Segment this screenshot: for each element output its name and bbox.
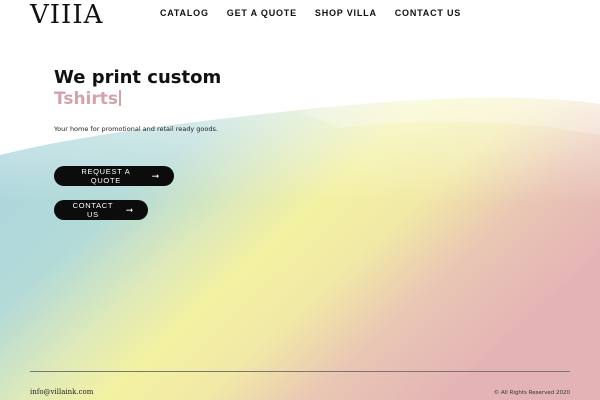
arrow-right-icon: ➞ — [151, 170, 160, 181]
arrow-right-icon: ➞ — [125, 204, 134, 215]
typing-caret — [119, 89, 122, 106]
request-quote-button[interactable]: REQUEST A QUOTE ➞ — [54, 166, 174, 186]
footer-divider — [30, 371, 570, 372]
brand-logo[interactable]: VIIIA — [30, 2, 103, 28]
contact-us-button[interactable]: CONTACT US ➞ — [54, 200, 148, 220]
footer-copyright: © All Rights Reserved 2020 — [493, 390, 570, 396]
hero-typed-line: Tshirts — [54, 89, 224, 110]
hero-tagline: Your home for promotional and retail rea… — [54, 124, 218, 133]
contact-us-label: CONTACT US — [72, 201, 114, 219]
main-nav: CATALOG GET A QUOTE SHOP VILLA CONTACT U… — [160, 8, 461, 18]
nav-item-get-a-quote[interactable]: GET A QUOTE — [227, 8, 297, 18]
request-quote-label: REQUEST A QUOTE — [81, 167, 131, 185]
footer-email-link[interactable]: info@villaink.com — [30, 388, 93, 396]
nav-item-catalog[interactable]: CATALOG — [160, 8, 209, 18]
hero-section: We print custom Tshirts Your home for pr… — [54, 67, 224, 134]
nav-item-shop-villa[interactable]: SHOP VILLA — [315, 8, 377, 18]
hero-typed-word: Tshirts — [54, 88, 119, 109]
nav-item-contact-us[interactable]: CONTACT US — [395, 8, 461, 18]
hero-title: We print custom — [54, 67, 222, 88]
